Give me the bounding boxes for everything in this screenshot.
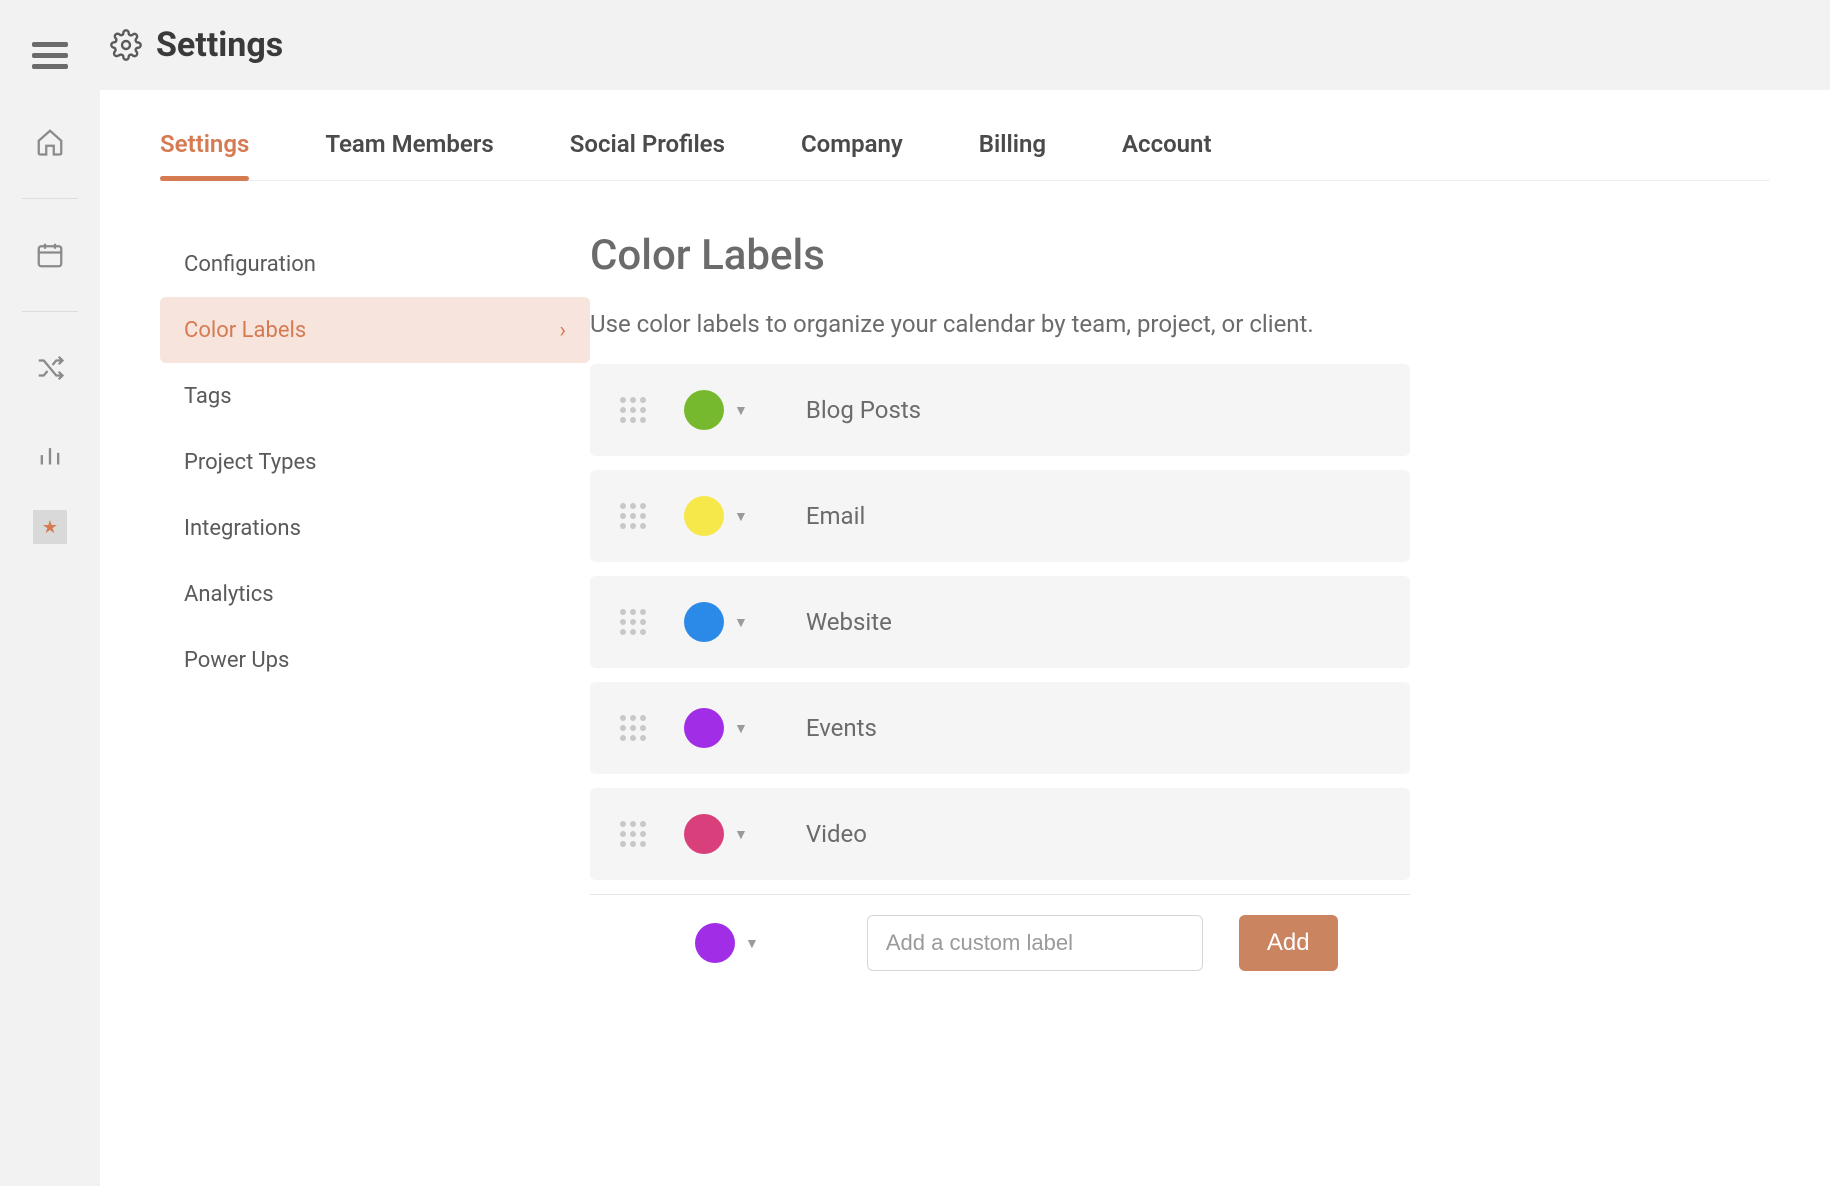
settings-sidebar: Configuration Color Labels › Tags Project Ty… <box>160 231 590 971</box>
color-label-row: ▼ Blog Posts <box>590 364 1410 456</box>
color-label-row: ▼ Events <box>590 682 1410 774</box>
chevron-down-icon[interactable]: ▼ <box>734 826 748 843</box>
sidebar-item-label: Power Ups <box>184 648 289 673</box>
calendar-icon[interactable] <box>20 225 80 285</box>
sidebar-item-configuration[interactable]: Configuration <box>160 231 590 297</box>
tabs: Settings Team Members Social Profiles Compa… <box>160 130 1770 181</box>
menu-icon[interactable] <box>20 26 80 86</box>
rail-divider <box>22 311 78 312</box>
page-header-title: Settings <box>156 25 283 65</box>
analytics-icon[interactable] <box>20 424 80 484</box>
drag-handle-icon[interactable] <box>620 609 646 635</box>
drag-handle-icon[interactable] <box>620 397 646 423</box>
sidebar-item-label: Color Labels <box>184 318 306 343</box>
color-label-row: ▼ Email <box>590 470 1410 562</box>
chevron-down-icon[interactable]: ▼ <box>734 720 748 737</box>
drag-handle-icon[interactable] <box>620 821 646 847</box>
color-swatch[interactable] <box>684 814 724 854</box>
tab-account[interactable]: Account <box>1122 130 1212 180</box>
chevron-right-icon: › <box>559 318 566 343</box>
color-swatch[interactable] <box>684 390 724 430</box>
tab-settings[interactable]: Settings <box>160 130 249 180</box>
sidebar-item-label: Analytics <box>184 582 274 607</box>
sidebar-item-project-types[interactable]: Project Types <box>160 429 590 495</box>
drag-handle-icon[interactable] <box>620 715 646 741</box>
color-swatch[interactable] <box>684 708 724 748</box>
topbar: Settings <box>100 0 1830 90</box>
drag-handle-icon[interactable] <box>620 503 646 529</box>
chevron-down-icon[interactable]: ▼ <box>734 508 748 525</box>
add-button[interactable]: Add <box>1239 915 1338 971</box>
sidebar-item-integrations[interactable]: Integrations <box>160 495 590 561</box>
color-label-name: Blog Posts <box>806 396 921 424</box>
tab-team-members[interactable]: Team Members <box>325 130 493 180</box>
divider <box>590 894 1410 895</box>
sidebar-item-analytics[interactable]: Analytics <box>160 561 590 627</box>
color-label-name: Email <box>806 502 865 530</box>
color-label-name: Website <box>806 608 892 636</box>
color-label-name: Video <box>806 820 867 848</box>
color-label-name: Events <box>806 714 877 742</box>
star-icon[interactable]: ★ <box>33 510 67 544</box>
gear-icon <box>110 29 142 61</box>
chevron-down-icon[interactable]: ▼ <box>734 402 748 419</box>
color-label-row: ▼ Video <box>590 788 1410 880</box>
section-description: Use color labels to organize your calend… <box>590 310 1410 338</box>
sidebar-item-label: Project Types <box>184 450 316 475</box>
chevron-down-icon[interactable]: ▼ <box>734 614 748 631</box>
sidebar-item-label: Integrations <box>184 516 301 541</box>
tab-billing[interactable]: Billing <box>979 130 1046 180</box>
color-swatch[interactable] <box>684 602 724 642</box>
sidebar-item-label: Configuration <box>184 252 316 277</box>
sidebar-item-color-labels[interactable]: Color Labels › <box>160 297 590 363</box>
section-title: Color Labels <box>590 231 1410 280</box>
sidebar-item-label: Tags <box>184 384 232 409</box>
rail-divider <box>22 198 78 199</box>
new-label-input[interactable] <box>867 915 1203 971</box>
sidebar-item-tags[interactable]: Tags <box>160 363 590 429</box>
new-label-color-swatch[interactable] <box>695 923 735 963</box>
sidebar-item-power-ups[interactable]: Power Ups <box>160 627 590 693</box>
tab-social-profiles[interactable]: Social Profiles <box>570 130 725 180</box>
tab-company[interactable]: Company <box>801 130 903 180</box>
new-label-row: ▼ Add <box>590 915 1410 971</box>
color-swatch[interactable] <box>684 496 724 536</box>
color-label-row: ▼ Website <box>590 576 1410 668</box>
chevron-down-icon[interactable]: ▼ <box>745 935 759 952</box>
shuffle-icon[interactable] <box>20 338 80 398</box>
home-icon[interactable] <box>20 112 80 172</box>
